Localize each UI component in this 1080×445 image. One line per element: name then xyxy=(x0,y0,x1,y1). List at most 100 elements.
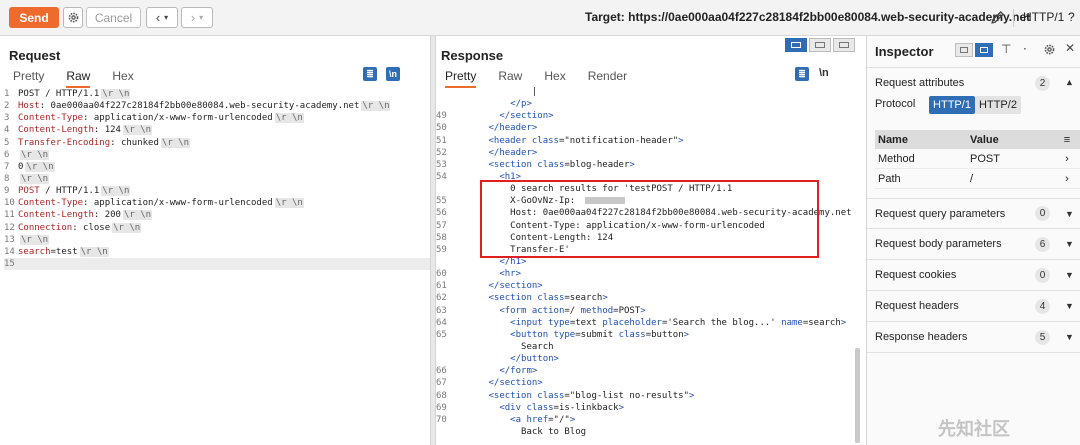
response-editor[interactable]: | </p> 49 </section> 50 </header> 51 <heade… xyxy=(436,86,854,438)
line-number: 10 xyxy=(4,198,15,209)
code-line: 63 <form action=/ method=POST> xyxy=(436,305,854,317)
code-token: : chunked xyxy=(110,137,159,148)
code-line: 68 <section class="blog-list no-results"… xyxy=(436,390,854,402)
align-top-icon[interactable]: ⊤ xyxy=(1001,42,1011,56)
tab-hex[interactable]: Hex xyxy=(112,69,133,88)
top-toolbar: Send Cancel ‹ ▾ › ▾ Target: https://0ae0… xyxy=(0,0,1080,36)
layout-single-button[interactable] xyxy=(833,38,855,52)
wrap-icon[interactable]: ≣ xyxy=(363,67,377,81)
crlf-marker: \r \n xyxy=(25,161,55,172)
count-badge: 5 xyxy=(1035,329,1050,345)
line-text: <input type=text placeholder='Search the… xyxy=(456,317,846,329)
code-line: | xyxy=(436,86,854,98)
crlf-marker: \r \n xyxy=(361,101,391,112)
back-button[interactable]: ‹ ▾ xyxy=(146,7,178,28)
code-line: 13 \r \n xyxy=(4,234,430,246)
cancel-button[interactable]: Cancel xyxy=(86,7,141,28)
code-token: class xyxy=(537,390,565,401)
request-headers-header[interactable]: Request headers 4 ▼ xyxy=(867,291,1080,322)
line-number: 12 xyxy=(4,222,15,233)
layout-stacked-button[interactable] xyxy=(809,38,831,52)
wrap-icon[interactable]: ≣ xyxy=(795,67,809,81)
gear-icon[interactable] xyxy=(1043,43,1056,56)
code-token: : application/x-www-form-urlencoded xyxy=(83,198,273,209)
line-number: 69 xyxy=(436,402,447,413)
inspector-layout-button[interactable] xyxy=(975,43,993,57)
newline-icon[interactable]: \n xyxy=(819,67,829,79)
code-token: > xyxy=(689,390,695,401)
code-token: <section xyxy=(456,390,538,401)
response-scrollbar[interactable] xyxy=(855,348,860,443)
code-token: > xyxy=(840,317,847,328)
request-editor[interactable]: 1 POST / HTTP/1.1 \r \n 2 Host: 0ae000aa04f2… xyxy=(4,88,430,271)
code-line: 11 Content-Length: 200 \r \n xyxy=(4,209,430,221)
code-token: <section xyxy=(456,293,538,304)
line-text: <header class="notification-header"> xyxy=(456,135,684,147)
crlf-marker: \r \n xyxy=(20,149,50,160)
request-attributes-header[interactable]: Request attributes 2 ▼ xyxy=(867,67,1080,98)
line-text: <div class=is-linkback> xyxy=(456,402,624,414)
toolbar-divider xyxy=(1013,9,1014,27)
section-label: Request query parameters xyxy=(875,207,1006,220)
code-token: search xyxy=(18,246,51,257)
code-line: 65 <button type=submit class=button> xyxy=(436,329,854,341)
code-token: ='Search the blog...' xyxy=(661,317,782,328)
code-token: class xyxy=(526,402,554,413)
line-number: 65 xyxy=(436,329,447,340)
protocol-http2-button[interactable]: HTTP/2 xyxy=(975,96,1021,114)
code-token: <a xyxy=(456,414,527,425)
send-button[interactable]: Send xyxy=(9,7,59,28)
request-body-parameters-header[interactable]: Request body parameters 6 ▼ xyxy=(867,229,1080,260)
code-token: <section xyxy=(456,159,538,170)
close-icon[interactable]: ✕ xyxy=(1065,41,1075,55)
code-line: 3 Content-Type: application/x-www-form-ur… xyxy=(4,112,430,124)
column-name: Name xyxy=(878,133,908,146)
newline-icon[interactable]: \n xyxy=(386,67,400,81)
layout-side-by-side-button[interactable] xyxy=(785,38,807,52)
chevron-down-icon: ▼ xyxy=(1065,208,1074,219)
request-title: Request xyxy=(9,48,61,63)
code-token: Content-Type xyxy=(18,198,84,209)
line-number: 57 xyxy=(436,220,447,231)
response-headers-header[interactable]: Response headers 5 ▼ xyxy=(867,322,1080,353)
code-token: =/ xyxy=(564,305,581,316)
protocol-label: Protocol xyxy=(875,98,916,110)
table-row[interactable]: Method POST › xyxy=(875,149,1080,169)
settings-button[interactable] xyxy=(63,7,83,28)
request-query-parameters-header[interactable]: Request query parameters 0 ▼ xyxy=(867,198,1080,229)
line-text: </form> xyxy=(456,365,537,377)
line-text: POST / HTTP/1.1 \r \n xyxy=(18,185,131,197)
code-token: : 124 xyxy=(93,125,121,136)
line-text: \r \n xyxy=(18,234,50,246)
protocol-http1-button[interactable]: HTTP/1 xyxy=(929,96,975,114)
line-text: Transfer-Encoding: chunked \r \n xyxy=(18,137,190,149)
request-cookies-header[interactable]: Request cookies 0 ▼ xyxy=(867,260,1080,291)
code-token: > xyxy=(618,402,624,413)
align-middle-icon[interactable]: ⋅ xyxy=(1023,42,1027,56)
table-options-icon[interactable]: ≡ xyxy=(1057,134,1077,146)
inspector-layout-button[interactable] xyxy=(955,43,973,57)
line-number: 52 xyxy=(436,147,447,158)
pencil-icon[interactable] xyxy=(989,9,1006,26)
help-icon[interactable]: ? xyxy=(1068,10,1075,24)
line-text: 0 \r \n xyxy=(18,161,55,173)
code-line: 67 </section> xyxy=(436,377,854,389)
code-line: 60 <hr> xyxy=(436,268,854,280)
tab-pretty[interactable]: Pretty xyxy=(13,69,44,88)
line-number: 60 xyxy=(436,269,447,280)
code-line: 7 0 \r \n xyxy=(4,161,430,173)
code-token: action xyxy=(531,305,565,316)
forward-button[interactable]: › ▾ xyxy=(181,7,213,28)
code-line: </p> xyxy=(436,98,854,110)
line-number: 6 xyxy=(4,149,10,160)
crlf-marker: \r \n xyxy=(122,210,153,221)
code-token: > xyxy=(602,293,608,304)
watermark-logo: 先知社区 xyxy=(938,419,1010,439)
line-text: search=test \r \n xyxy=(18,246,109,258)
inspector-title: Inspector xyxy=(875,44,934,59)
table-row[interactable]: Path / › xyxy=(875,169,1080,189)
tab-raw[interactable]: Raw xyxy=(66,69,91,88)
line-text: </section> xyxy=(456,280,543,292)
line-number: 63 xyxy=(436,305,447,316)
code-line: 1 POST / HTTP/1.1 \r \n xyxy=(4,88,430,100)
